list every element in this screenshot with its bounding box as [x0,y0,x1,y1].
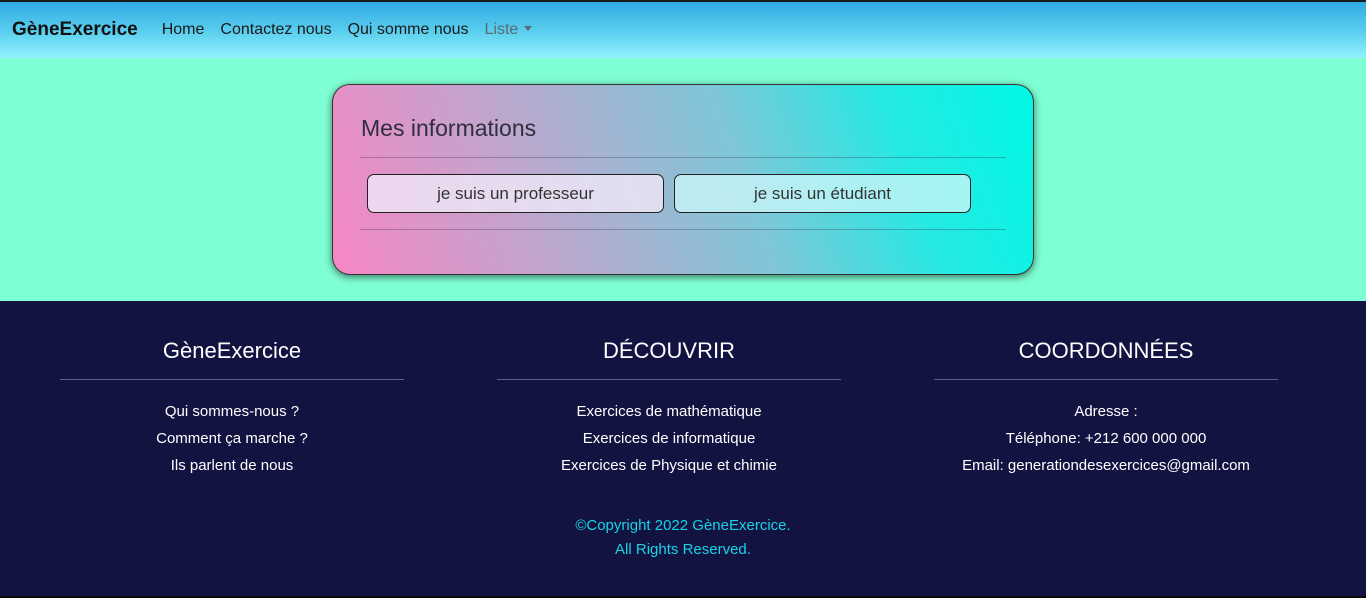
footer-link-qui-sommes-nous[interactable]: Qui sommes-nous ? [60,398,404,425]
card-divider-bottom [360,229,1006,230]
copyright-line-2: All Rights Reserved. [615,541,751,558]
footer-col-title: COORDONNÉES [1018,338,1194,363]
footer-col-title: GèneExercice [162,338,302,363]
footer-link-physique[interactable]: Exercices de Physique et chimie [497,452,841,479]
footer-divider [934,379,1278,380]
footer-phone: Téléphone: +212 600 000 000 [1005,430,1207,447]
card-divider-top [360,157,1006,158]
copyright-text: ©Copyright 2022 GèneExercice. All Rights… [0,514,1366,562]
nav-dropdown-liste[interactable]: Liste [477,21,541,39]
footer-link-comment-ca-marche[interactable]: Comment ça marche ? [60,425,404,452]
card-title: Mes informations [361,115,537,141]
footer-divider [497,379,841,380]
footer-link-informatique[interactable]: Exercices de informatique [497,425,841,452]
caret-down-icon [524,26,533,31]
footer-col-title: DÉCOUVRIR [602,338,735,363]
footer-address: Adresse : [1074,403,1138,420]
nav-link-home[interactable]: Home [154,21,213,39]
footer-email: Email: generationdesexercices@gmail.com [962,457,1250,474]
professeur-button[interactable]: je suis un professeur [367,174,664,213]
nav-dropdown-label: Liste [484,21,519,38]
info-card: Mes informations je suis un professeur j… [332,84,1034,275]
footer-divider [60,379,404,380]
footer-link-math[interactable]: Exercices de mathématique [497,398,841,425]
nav-link-contact[interactable]: Contactez nous [212,21,339,39]
footer: GèneExercice Qui sommes-nous ? Comment ç… [0,301,1366,598]
top-navbar: GèneExercice Home Contactez nous Qui som… [0,0,1366,58]
etudiant-button[interactable]: je suis un étudiant [674,174,971,213]
brand-logo[interactable]: GèneExercice [12,19,138,41]
copyright-line-1: ©Copyright 2022 GèneExercice. [575,517,791,534]
nav-items: Home Contactez nous Qui somme nous Liste [154,21,541,39]
footer-link-ils-parlent[interactable]: Ils parlent de nous [60,452,404,479]
nav-link-about[interactable]: Qui somme nous [340,21,477,39]
